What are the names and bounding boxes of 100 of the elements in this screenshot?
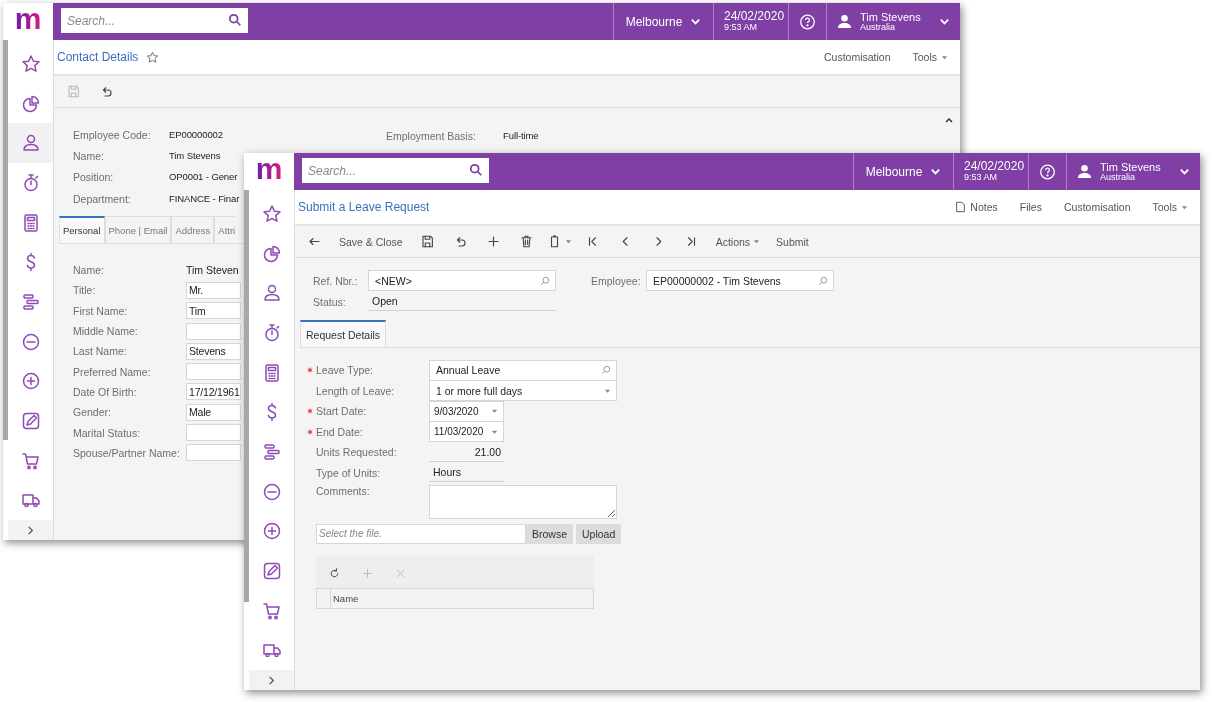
chevron-down-icon — [1179, 166, 1190, 177]
menu-link[interactable]: Tools — [1152, 201, 1188, 213]
date-text: 24/02/2020 — [964, 159, 1025, 174]
save-icon — [66, 84, 81, 99]
field-label: Marital Status: — [73, 426, 142, 439]
field-label: Ref. Nbr.: — [313, 274, 359, 287]
menu-link[interactable]: Tools — [912, 51, 948, 63]
caret-icon — [491, 428, 498, 436]
user-icon — [837, 14, 852, 29]
plus-circle-icon — [20, 371, 41, 392]
refresh-icon — [328, 566, 341, 580]
field-label: First Name: — [73, 304, 129, 317]
field-label: Last Name: — [73, 345, 128, 358]
field-value: EP00000002 — [169, 129, 223, 140]
file-button[interactable]: Upload — [576, 523, 622, 544]
cart-icon — [20, 450, 41, 471]
plus-circle-icon — [261, 521, 282, 542]
user-icon — [1077, 164, 1092, 179]
document-icon — [955, 201, 967, 213]
header-link[interactable]: Customisation — [823, 51, 891, 63]
field-label: Name: — [73, 149, 105, 162]
lookup-field[interactable]: Annual Leave — [429, 359, 617, 381]
input-field[interactable]: Male — [186, 403, 241, 421]
lookup-field[interactable]: <NEW> — [368, 270, 556, 291]
input-field[interactable] — [186, 444, 241, 462]
input-field[interactable]: Mr. — [186, 281, 241, 299]
person-icon — [20, 133, 41, 154]
sidebar-button[interactable] — [8, 123, 53, 164]
header-link[interactable]: Files — [1019, 201, 1042, 213]
field-label: Leave Type: — [316, 364, 375, 377]
chevron-right-icon — [266, 674, 277, 686]
caret-icon — [753, 238, 761, 245]
person-icon — [261, 283, 282, 304]
chevron-down-icon — [930, 166, 942, 177]
date-field[interactable]: 11/03/2020 — [429, 421, 504, 443]
field-label: End Date: — [316, 425, 364, 438]
column-header[interactable]: Name — [331, 589, 359, 608]
save-icon — [419, 234, 435, 249]
tab[interactable]: Address — [171, 216, 215, 243]
tab[interactable]: Personal — [59, 216, 105, 243]
toolbar-button[interactable]: Submit — [768, 228, 817, 255]
field-label: Employment Basis: — [386, 129, 477, 142]
toolbar-button[interactable]: Save & Close — [331, 228, 411, 255]
field-label: Middle Name: — [73, 325, 139, 338]
page-title[interactable]: Contact Details — [57, 50, 139, 64]
actions-menu[interactable]: Actions — [707, 228, 769, 255]
search-icon — [818, 275, 828, 286]
bars-icon — [261, 441, 282, 462]
field-label: Comments: — [316, 485, 371, 497]
time-text: 9:53 AM — [964, 173, 998, 184]
field-label: Position: — [73, 170, 115, 183]
pie-chart-icon — [261, 243, 282, 264]
field-label: Units Requested: — [316, 446, 398, 459]
caret-icon — [941, 53, 948, 61]
search-field[interactable]: Search... — [302, 158, 489, 183]
input-field[interactable] — [186, 424, 241, 441]
help-icon — [1039, 162, 1056, 181]
caret-icon — [564, 238, 572, 245]
tab[interactable]: Phone | Email — [104, 216, 172, 243]
file-button[interactable]: Browse — [526, 523, 573, 544]
collapse-icon[interactable] — [944, 115, 954, 125]
star-icon[interactable] — [146, 50, 160, 64]
field-label: Title: — [73, 284, 97, 297]
file-field[interactable]: Select the file. — [316, 523, 526, 544]
input-field[interactable]: 17/12/1961 — [186, 383, 241, 401]
field-label: Date Of Birth: — [73, 385, 138, 398]
tab[interactable]: Attri — [214, 216, 236, 243]
field-value: Full-time — [503, 130, 539, 141]
field-label: Length of Leave: — [316, 384, 396, 397]
input-field[interactable]: Tim — [186, 302, 241, 320]
input-field[interactable] — [186, 322, 241, 340]
date-text: 24/02/2020 — [724, 9, 785, 24]
search-field[interactable]: Search... — [61, 8, 248, 33]
dropdown-field[interactable]: 1 or more full days — [429, 380, 617, 402]
search-icon — [228, 13, 242, 27]
notes-link[interactable]: Notes — [955, 201, 998, 213]
field-label: Type of Units: — [316, 466, 382, 479]
search-icon — [601, 365, 611, 376]
lookup-field[interactable]: EP00000002 - Tim Stevens — [646, 270, 834, 291]
input-field[interactable] — [186, 363, 241, 381]
field-label: Gender: — [73, 406, 112, 419]
field-value: OP0001 - Gener — [169, 171, 238, 182]
search-icon — [540, 275, 550, 286]
pencil-icon — [20, 411, 41, 432]
read-only-field: 21.00 — [429, 442, 504, 462]
star-icon — [261, 203, 282, 224]
field-label: Start Date: — [316, 405, 368, 418]
field-label: Preferred Name: — [73, 365, 152, 378]
page-title[interactable]: Submit a Leave Request — [298, 200, 430, 214]
header-link[interactable]: Customisation — [1063, 201, 1131, 213]
user-name: Tim Stevens — [1100, 160, 1161, 173]
search-icon — [469, 163, 483, 177]
chevron-down-icon — [939, 16, 950, 27]
field-label: Status: — [313, 295, 347, 308]
input-field[interactable]: Stevens — [186, 342, 241, 360]
tab[interactable]: Request Details — [300, 320, 387, 347]
comments-field[interactable] — [429, 485, 617, 519]
pie-chart-icon — [20, 93, 41, 114]
trash-icon — [518, 234, 534, 249]
date-field[interactable]: 9/03/2020 — [429, 400, 504, 422]
